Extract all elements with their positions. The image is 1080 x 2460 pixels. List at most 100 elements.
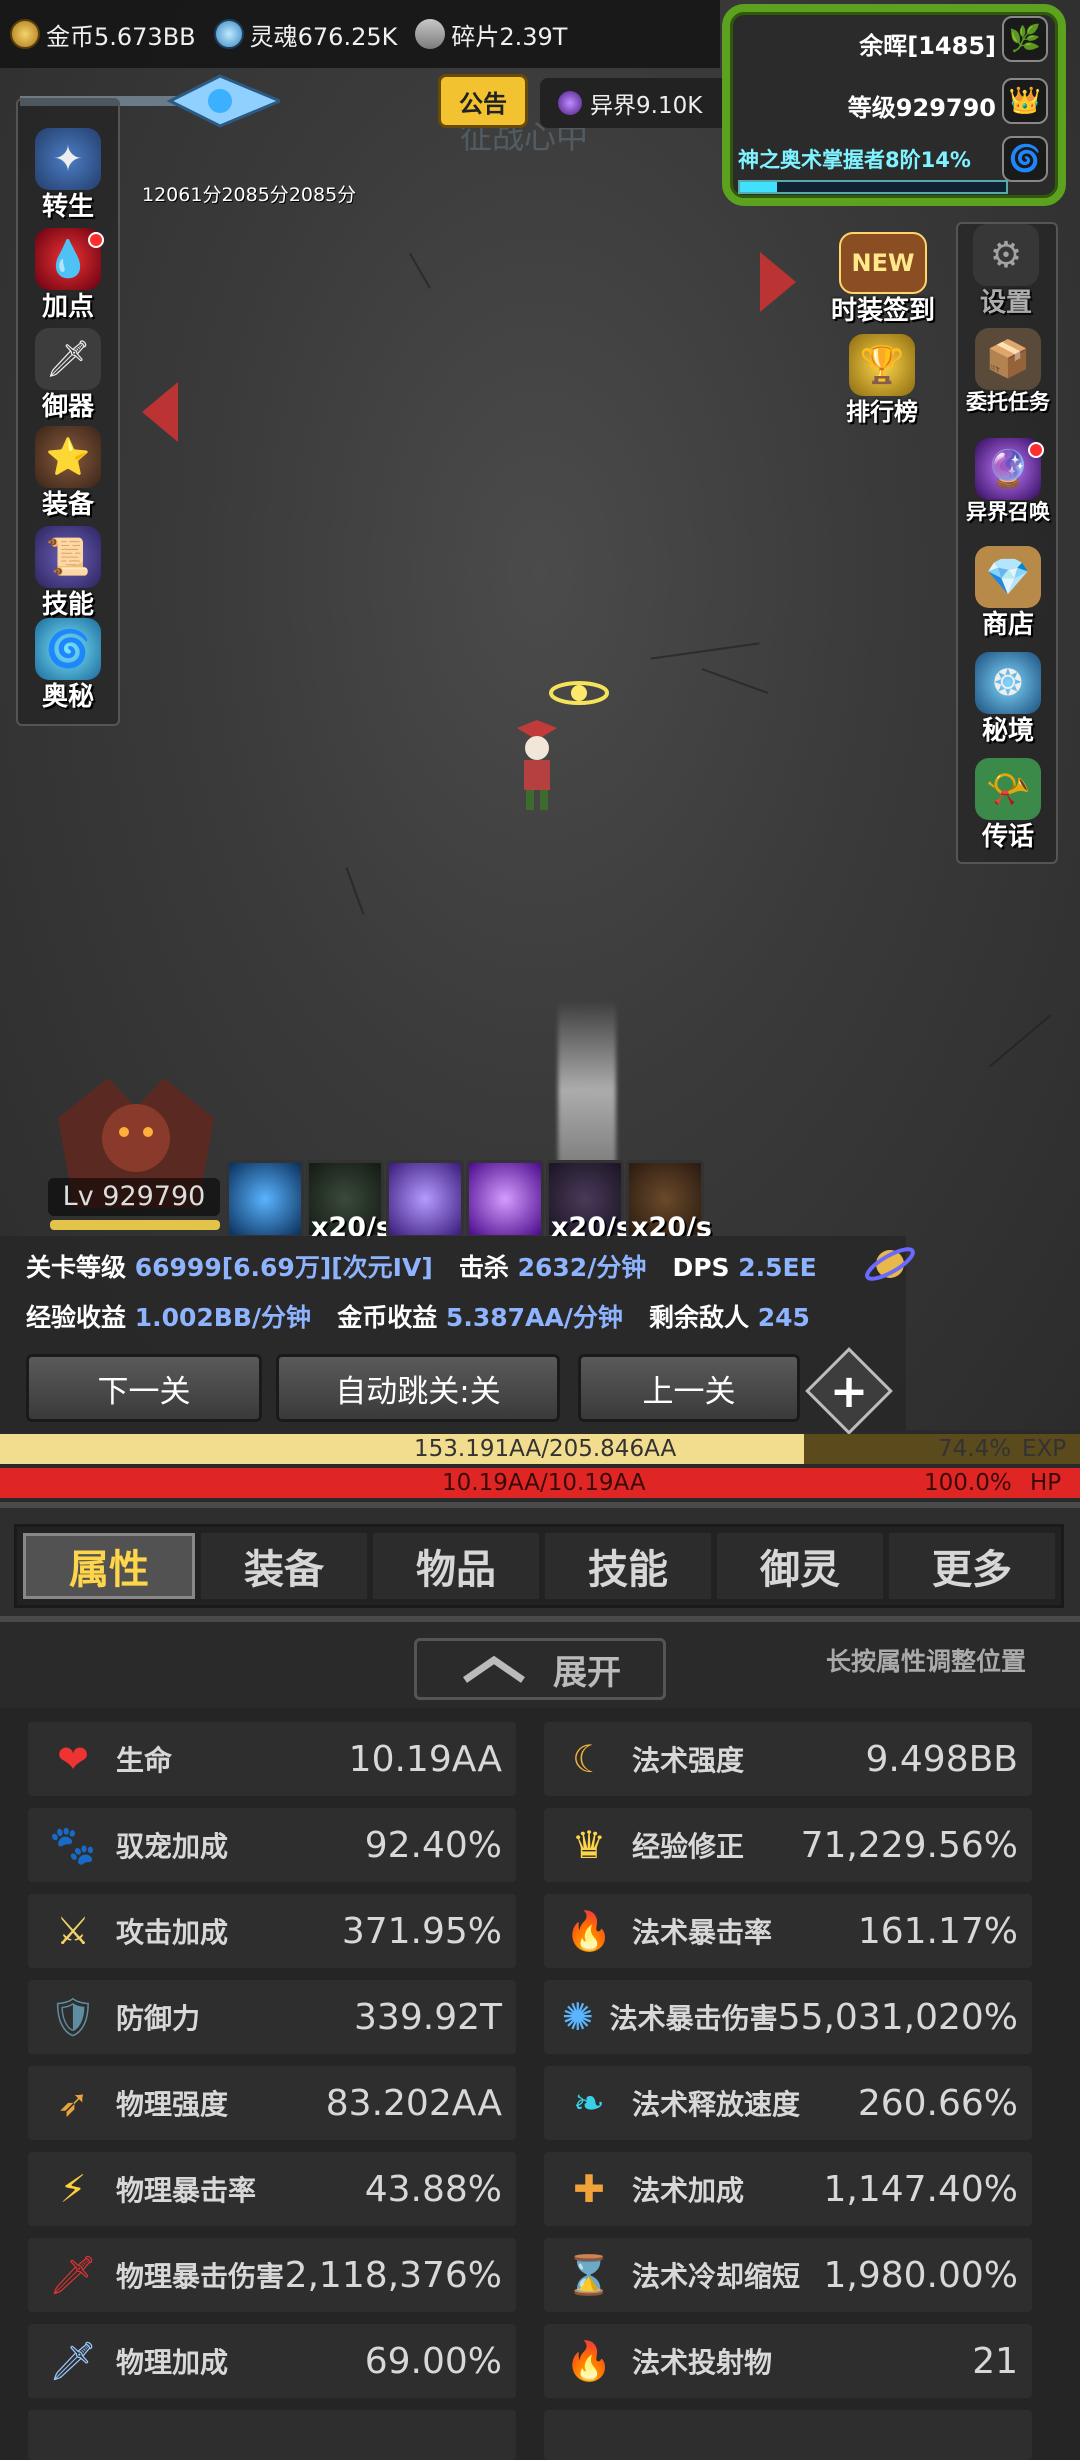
main-tab-bar: 属性 装备 物品 技能 御灵 更多 [0, 1502, 1080, 1622]
stat-physical-crit-rate[interactable]: ⚡ 物理暴击率 43.88% [28, 2152, 516, 2226]
afterglow-icon: 🌿 [1002, 16, 1048, 62]
left-arrow-button[interactable] [142, 382, 178, 442]
stat-physical-bonus[interactable]: 🗡 物理加成 69.00% [28, 2324, 516, 2398]
next-stage-button[interactable]: 下一关 [26, 1354, 262, 1422]
trophy-icon: 🏆 [849, 334, 915, 396]
notification-dot [1028, 442, 1044, 458]
stat-row-partial[interactable] [544, 2410, 1032, 2460]
heart-icon: ❤ [57, 1737, 89, 1781]
menu-item-leaderboard[interactable]: 🏆 排行榜 [832, 334, 932, 427]
skill-bar: x20/s x20/s x20/s [226, 1160, 712, 1243]
otherworld-counter: 异界9.10K [540, 78, 730, 128]
menu-item-add-points[interactable]: 💧 加点 [18, 228, 118, 323]
dps-value: 2.5EE [738, 1253, 817, 1282]
new-badge-icon: NEW [839, 232, 927, 294]
soul-icon [213, 19, 244, 49]
soul-counter: 灵魂676.25K [213, 17, 397, 52]
stat-spell-bonus[interactable]: ✚ 法术加成 1,147.40% [544, 2152, 1032, 2226]
menu-item-secret-realm[interactable]: ❂ 秘境 [958, 652, 1058, 747]
armor-icon: ⭐ [35, 426, 101, 488]
stat-cast-speed[interactable]: ❧ 法术释放速度 260.66% [544, 2066, 1032, 2140]
kills-value: 2632/分钟 [517, 1253, 647, 1282]
horn-icon: 📯 [975, 758, 1041, 820]
crown-icon: 👑 [1002, 78, 1048, 124]
skill-slot-water-vortex[interactable] [226, 1160, 304, 1238]
planet-icon[interactable] [862, 1236, 918, 1292]
quest-icon: 📦 [975, 328, 1041, 390]
stage-level-value: 66999[6.69万][次元IV] [134, 1253, 433, 1282]
player-character [517, 720, 557, 810]
gold-counter: 金币5.673BB [10, 17, 196, 52]
right-menu: 📦 委托任务 🔮 异界召唤 💎 商店 ❂ 秘境 📯 传话 [956, 222, 1058, 864]
skill-slot-beast[interactable]: x20/s [626, 1160, 712, 1243]
stat-exp-modifier[interactable]: ♛ 经验修正 71,229.56% [544, 1808, 1032, 1882]
purple-flame-icon: 🔥 [565, 2338, 613, 2383]
mastery-progress-bar [738, 180, 1008, 194]
tab-more[interactable]: 更多 [889, 1533, 1055, 1599]
tab-items[interactable]: 物品 [373, 1533, 539, 1599]
stat-spell-power[interactable]: ☾ 法术强度 9.498BB [544, 1722, 1032, 1796]
notice-button[interactable]: 公告 [438, 74, 528, 128]
enemies-left-label: 剩余敌人 [648, 1303, 749, 1332]
stat-pet-bonus[interactable]: 🐾 驭宠加成 92.40% [28, 1808, 516, 1882]
secret-realm-icon: ❂ [975, 652, 1041, 714]
crown-icon: ♛ [571, 1823, 607, 1867]
menu-item-commission[interactable]: 📦 委托任务 [958, 328, 1058, 416]
menu-item-skills[interactable]: 📜 技能 [18, 526, 118, 621]
spear-icon: ➶ [57, 2081, 89, 2125]
stat-cooldown-reduction[interactable]: ⌛ 法术冷却缩短 1,980.00% [544, 2238, 1032, 2312]
expand-button[interactable]: 展开 [414, 1638, 666, 1700]
afterglow-label: 余晖[1485] [859, 32, 996, 60]
menu-item-weapon-control[interactable]: 🗡 御器 [18, 328, 118, 423]
previous-stage-button[interactable]: 上一关 [578, 1354, 800, 1422]
magic-claw-icon: ☾ [571, 1737, 607, 1781]
right-arrow-button[interactable] [760, 252, 796, 312]
stat-row-partial[interactable] [28, 2410, 516, 2460]
left-menu: ✦ 转生 💧 加点 🗡 御器 ⭐ 装备 📜 技能 🌀 奥秘 [16, 98, 120, 726]
enemies-left-value: 245 [757, 1303, 810, 1332]
stat-defense[interactable]: 🛡 防御力 339.92T [28, 1980, 516, 2054]
skill-slot-shadow[interactable]: x20/s [306, 1160, 392, 1243]
stat-spell-projectiles[interactable]: 🔥 法术投射物 21 [544, 2324, 1032, 2398]
rebirth-icon: ✦ [35, 128, 101, 190]
tab-attributes[interactable]: 属性 [23, 1533, 195, 1599]
buff-list: 12061分 2085分 2085分 [142, 180, 356, 207]
kills-label: 击杀 [458, 1253, 509, 1282]
menu-item-costume-signin[interactable]: NEW 时装签到 [828, 232, 938, 327]
crit-icon: ⚡ [59, 2167, 87, 2211]
player-status-panel[interactable]: 余晖[1485] 🌿 等级929790 👑 神之奥术掌握者8阶14% 🌀 [722, 4, 1066, 206]
menu-item-equipment[interactable]: ⭐ 装备 [18, 426, 118, 521]
exp-bar-text: 153.191AA/205.846AA [414, 1436, 677, 1462]
auto-skip-toggle[interactable]: 自动跳关:关 [276, 1354, 560, 1422]
tab-skills[interactable]: 技能 [545, 1533, 711, 1599]
light-beam [558, 1000, 616, 1180]
stat-physical-crit-damage[interactable]: 🗡 物理暴击伤害 2,118,376% [28, 2238, 516, 2312]
blue-flame-icon: 🔥 [565, 1908, 613, 1953]
stat-spell-crit-damage[interactable]: ✺ 法术暴击伤害 55,031,020% [544, 1980, 1032, 2054]
tab-equipment[interactable]: 装备 [201, 1533, 367, 1599]
shop-bag-icon: 💎 [975, 546, 1041, 608]
skill-slot-arcane-star[interactable] [386, 1160, 464, 1238]
exp-percent: 74.4% [938, 1436, 1012, 1462]
tab-spirits[interactable]: 御灵 [717, 1533, 883, 1599]
menu-item-rebirth[interactable]: ✦ 转生 [18, 128, 118, 223]
stat-physical-power[interactable]: ➶ 物理强度 83.202AA [28, 2066, 516, 2140]
skill-slot-orb[interactable] [466, 1160, 544, 1238]
income-info-row: 经验收益 1.002BB/分钟 金币收益 5.387AA/分钟 剩余敌人 245 [26, 1298, 810, 1334]
hp-percent: 100.0% [924, 1470, 1012, 1496]
stat-spell-crit-rate[interactable]: 🔥 法术暴击率 161.17% [544, 1894, 1032, 1968]
menu-item-arcane[interactable]: 🌀 奥秘 [18, 618, 118, 713]
exp-income-value: 1.002BB/分钟 [134, 1303, 312, 1332]
menu-item-message[interactable]: 📯 传话 [958, 758, 1058, 853]
stat-attack-bonus[interactable]: ⚔ 攻击加成 371.95% [28, 1894, 516, 1968]
menu-item-shop[interactable]: 💎 商店 [958, 546, 1058, 641]
gold-income-label: 金币收益 [337, 1303, 438, 1332]
chevron-up-icon [463, 1655, 525, 1683]
menu-item-otherworld-summon[interactable]: 🔮 异界召唤 [958, 438, 1058, 526]
skill-slot-ghost[interactable]: x20/s [546, 1160, 632, 1243]
gold-income-value: 5.387AA/分钟 [445, 1303, 623, 1332]
exp-income-label: 经验收益 [26, 1303, 127, 1332]
buff-timer: 2085分 [288, 184, 357, 206]
player-level-label: 等级929790 [847, 94, 996, 122]
stat-hp[interactable]: ❤ 生命 10.19AA [28, 1722, 516, 1796]
